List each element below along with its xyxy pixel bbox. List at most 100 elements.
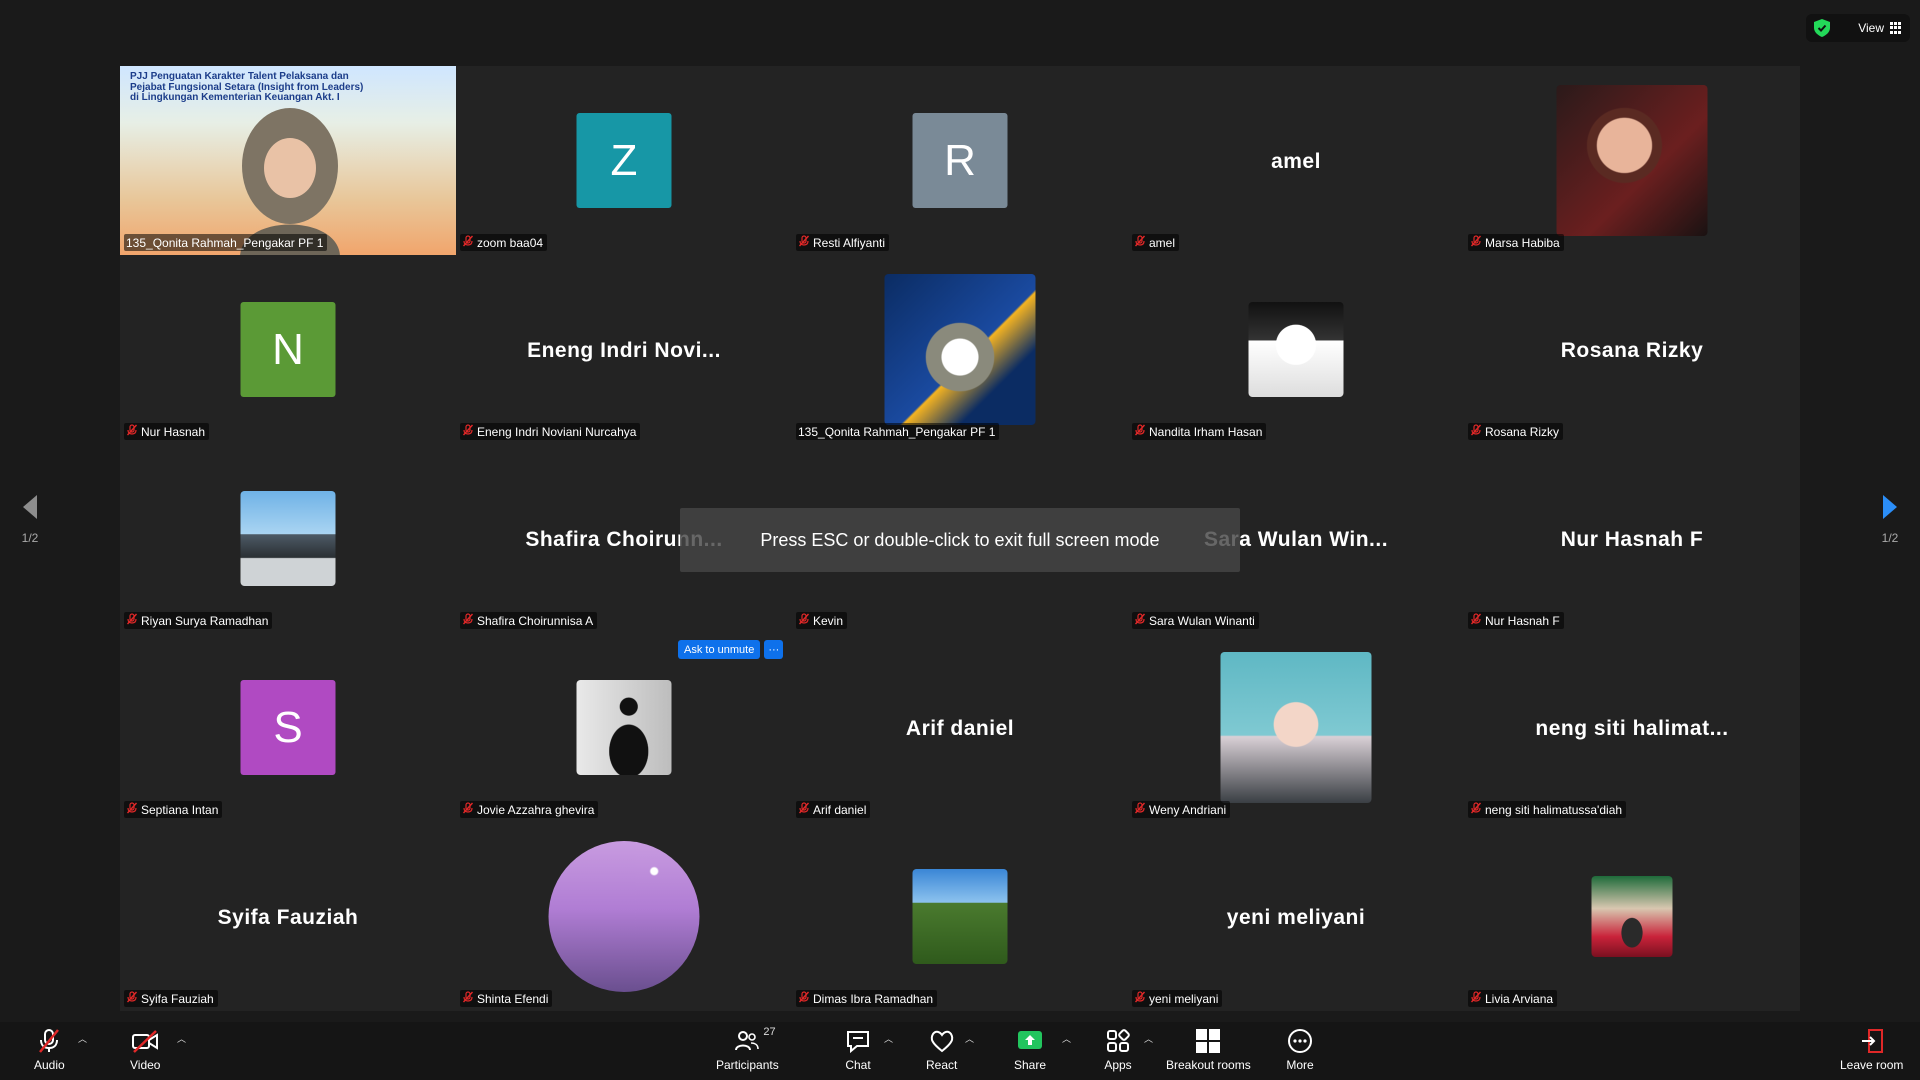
muted-mic-icon: [462, 991, 474, 1006]
avatar: N: [240, 302, 336, 397]
participant-name: Nandita Irham Hasan: [1149, 424, 1263, 439]
previous-page-button[interactable]: 1/2: [0, 493, 60, 583]
chat-button[interactable]: Chat: [844, 1028, 872, 1072]
participant-tile[interactable]: Marsa Habiba: [1464, 66, 1800, 255]
chat-options-caret-icon[interactable]: ︿: [884, 1032, 893, 1045]
share-options-caret-icon[interactable]: ︿: [1062, 1032, 1071, 1045]
participant-tile[interactable]: Riyan Surya Ramadhan: [120, 444, 456, 633]
react-options-caret-icon[interactable]: ︿: [965, 1032, 974, 1045]
leave-door-icon: [1861, 1029, 1883, 1053]
share-screen-icon: [1018, 1031, 1043, 1049]
participant-name: Shinta Efendi: [477, 991, 549, 1006]
more-options-icon: [1288, 1029, 1312, 1053]
participant-tile[interactable]: Rosana Rizky Rosana Rizky: [1464, 255, 1800, 444]
participant-more-button[interactable]: ···: [764, 640, 784, 659]
participant-nametag: Nandita Irham Hasan: [1132, 423, 1267, 440]
participants-button[interactable]: 27 Participants: [716, 1026, 779, 1072]
participant-nametag: Marsa Habiba: [1468, 234, 1564, 251]
participant-nametag: Eneng Indri Noviani Nurcahya: [460, 423, 641, 440]
muted-mic-icon: [1470, 991, 1482, 1006]
presenter-person-icon: [240, 108, 340, 255]
video-options-caret-icon[interactable]: ︿: [177, 1032, 186, 1045]
breakout-rooms-button[interactable]: Breakout rooms: [1166, 1028, 1251, 1072]
participant-nametag: Shinta Efendi: [460, 990, 553, 1007]
participant-tile[interactable]: Dimas Ibra Ramadhan: [792, 822, 1128, 1011]
more-label: More: [1286, 1058, 1314, 1072]
participant-nametag: yeni meliyani: [1132, 990, 1223, 1007]
ask-to-unmute-button[interactable]: Ask to unmute: [678, 640, 761, 659]
muted-mic-icon: [1470, 424, 1482, 439]
muted-mic-icon: [1470, 613, 1482, 628]
participant-tile[interactable]: PJJ Penguatan Karakter Talent Pelaksana …: [120, 66, 456, 255]
participant-tile[interactable]: Nur Hasnah F Nur Hasnah F: [1464, 444, 1800, 633]
participant-tile[interactable]: N Nur Hasnah: [120, 255, 456, 444]
audio-label: Audio: [34, 1058, 65, 1072]
participant-tile[interactable]: Syifa Fauziah Syifa Fauziah: [120, 822, 456, 1011]
participant-tile[interactable]: Eneng Indri Novi... Eneng Indri Noviani N…: [456, 255, 792, 444]
participant-name: Weny Andriani: [1149, 802, 1227, 817]
muted-mic-icon: [798, 235, 810, 250]
participant-name: yeni meliyani: [1149, 991, 1219, 1006]
participant-tile[interactable]: Nandita Irham Hasan: [1128, 255, 1464, 444]
participant-photo: [1591, 876, 1673, 957]
muted-mic-icon: [126, 802, 138, 817]
participant-display-name: amel: [1271, 150, 1321, 173]
muted-mic-icon: [798, 802, 810, 817]
participant-name: Septiana Intan: [141, 802, 219, 817]
muted-mic-icon: [462, 613, 474, 628]
participant-tile[interactable]: amel amel: [1128, 66, 1464, 255]
participant-nametag: Livia Arviana: [1468, 990, 1558, 1007]
participant-name: Nur Hasnah: [141, 424, 206, 439]
breakout-rooms-icon: [1196, 1029, 1221, 1053]
participant-nametag: Jovie Azzahra ghevira: [460, 801, 599, 818]
react-button[interactable]: React: [926, 1028, 957, 1072]
participant-tile[interactable]: Shinta Efendi: [456, 822, 792, 1011]
participant-display-name: Eneng Indri Novi...: [527, 339, 721, 362]
participant-nametag: Shafira Choirunnisa A: [460, 612, 598, 629]
participant-name: Sara Wulan Winanti: [1149, 613, 1255, 628]
participant-tile[interactable]: S Septiana Intan: [120, 633, 456, 822]
participant-tile[interactable]: Livia Arviana: [1464, 822, 1800, 1011]
heart-icon: [930, 1030, 953, 1053]
apps-button[interactable]: Apps: [1104, 1028, 1132, 1072]
participant-tile[interactable]: Zzoom baa04: [456, 66, 792, 255]
participant-name: Resti Alfiyanti: [813, 235, 886, 250]
participant-nametag: 135_Qonita Rahmah_Pengakar PF 1: [796, 423, 1000, 440]
avatar-initial: R: [944, 135, 976, 185]
participant-name: Dimas Ibra Ramadhan: [813, 991, 934, 1006]
share-button[interactable]: Share: [1014, 1028, 1046, 1072]
muted-mic-icon: [462, 424, 474, 439]
video-button[interactable]: Video: [130, 1028, 160, 1072]
share-label: Share: [1014, 1058, 1047, 1072]
participant-tile[interactable]: 135_Qonita Rahmah_Pengakar PF 1: [792, 255, 1128, 444]
muted-mic-icon: [462, 235, 474, 250]
muted-mic-icon: [1134, 235, 1146, 250]
audio-options-caret-icon[interactable]: ︿: [78, 1032, 87, 1045]
participant-nametag: Syifa Fauziah: [124, 990, 218, 1007]
participant-tile[interactable]: R Resti Alfiyanti: [792, 66, 1128, 255]
participant-tile[interactable]: yeni meliyani yeni meliyani: [1128, 822, 1464, 1011]
muted-mic-icon: [1134, 424, 1146, 439]
participant-nametag: 135_Qonita Rahmah_Pengakar PF 1: [124, 234, 328, 251]
gallery-grid-icon: [1890, 22, 1902, 34]
more-button[interactable]: More: [1286, 1028, 1314, 1072]
avatar-initial: N: [272, 324, 304, 374]
participant-name: Marsa Habiba: [1485, 235, 1560, 250]
leave-room-button[interactable]: Leave room: [1840, 1028, 1903, 1072]
participant-photo: [912, 869, 1008, 964]
encryption-shield-icon[interactable]: [1814, 19, 1830, 37]
participant-photo: [548, 841, 700, 992]
next-page-button[interactable]: 1/2: [1860, 493, 1920, 583]
participant-tile[interactable]: Weny Andriani: [1128, 633, 1464, 822]
participants-count: 27: [763, 1026, 776, 1038]
participant-name: Livia Arviana: [1485, 991, 1554, 1006]
apps-options-caret-icon[interactable]: ︿: [1144, 1032, 1153, 1045]
avatar: R: [912, 113, 1008, 208]
participant-tile[interactable]: Arif daniel Arif daniel: [792, 633, 1128, 822]
participant-tile[interactable]: Jovie Azzahra ghevira: [456, 633, 792, 822]
page-indicator-right: 1/2: [1881, 531, 1899, 545]
audio-button[interactable]: Audio: [34, 1028, 65, 1072]
avatar-initial: Z: [610, 135, 638, 185]
participant-tile[interactable]: neng siti halimat... neng siti halimatuss…: [1464, 633, 1800, 822]
view-button[interactable]: View: [1858, 21, 1902, 35]
